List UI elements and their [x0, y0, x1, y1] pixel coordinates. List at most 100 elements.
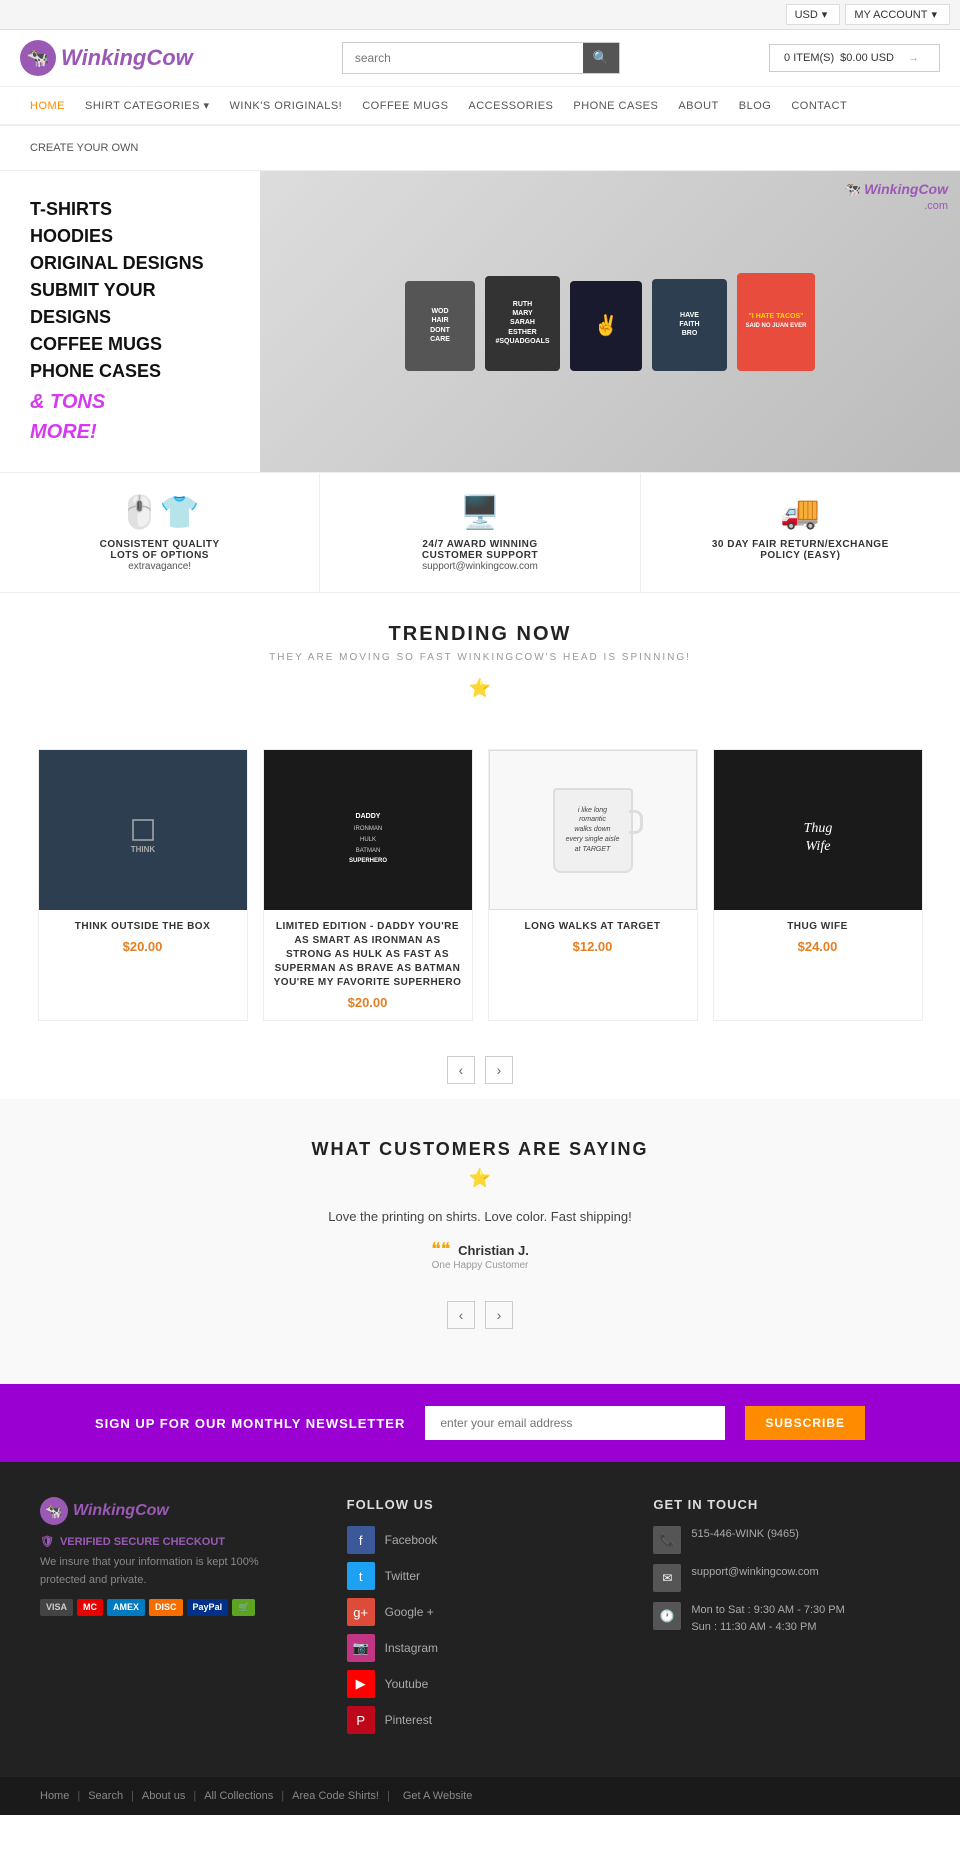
nav-about[interactable]: ABOUT	[668, 88, 728, 124]
testimonial-prev[interactable]: ‹	[447, 1301, 475, 1329]
footer-link-website[interactable]: Get A Website	[403, 1790, 473, 1802]
nav-coffee-mugs[interactable]: COFFEE MUGS	[352, 88, 458, 124]
social-youtube[interactable]: ▶ Youtube	[347, 1670, 614, 1698]
logo-text: WinkingCow	[61, 45, 193, 71]
carousel-next[interactable]: ›	[485, 1056, 513, 1084]
product-name-2: LIMITED EDITION - DADDY YOU'RE AS SMART …	[274, 920, 462, 990]
hero-tons: & TONSMORE!	[30, 387, 230, 447]
footer-link-about[interactable]: About us	[142, 1790, 185, 1802]
nav-winks-originals[interactable]: WINK'S ORIGINALS!	[220, 88, 353, 124]
feature-return: 🚚 30 DAY FAIR RETURN/EXCHANGEPOLICY (eas…	[641, 473, 960, 592]
nav-blog[interactable]: BLOG	[729, 88, 782, 124]
main-nav: HOME SHIRT CATEGORIES ▾ WINK'S ORIGINALS…	[0, 87, 960, 126]
product-info-1: THINK OUTSIDE THE BOX $20.00	[39, 910, 247, 964]
footer-col-social: FOLLOW US f Facebook t Twitter g+ Google…	[347, 1497, 614, 1742]
cart-button[interactable]: 0 ITEM(S) $0.00 USD →	[769, 44, 940, 72]
contact-phone: 📞 515-446-WINK (9465)	[653, 1526, 920, 1554]
footer-link-home[interactable]: Home	[40, 1790, 69, 1802]
svg-text:THINK: THINK	[130, 845, 155, 854]
product-card-4[interactable]: Thug Wife THUG WIFE $24.00	[713, 749, 923, 1021]
nav-contact[interactable]: CONTACT	[781, 88, 857, 124]
disc-icon: DISC	[149, 1599, 183, 1616]
author-name: Christian J.	[458, 1243, 529, 1258]
search-bar: 🔍	[342, 42, 620, 74]
svg-text:SUPERHERO: SUPERHERO	[348, 858, 386, 864]
instagram-icon: 📷	[347, 1634, 375, 1662]
trending-section: TRENDING NOW THEY ARE MOVING SO FAST WIN…	[0, 593, 960, 749]
search-button[interactable]: 🔍	[583, 43, 619, 73]
svg-text:Wife: Wife	[805, 839, 830, 854]
product-card-2[interactable]: DADDY IRONMAN HULK BATMAN SUPERHERO LIMI…	[263, 749, 473, 1021]
footer-link-area-codes[interactable]: Area Code Shirts!	[292, 1790, 379, 1802]
mug-shape: i like longromanticwalks downevery singl…	[553, 788, 633, 873]
feature-quality-desc: extravagance!	[15, 561, 304, 572]
facebook-icon: f	[347, 1526, 375, 1554]
newsletter-email-input[interactable]	[425, 1406, 725, 1440]
account-label: MY ACCOUNT	[854, 9, 927, 21]
mug-handle	[629, 810, 643, 834]
payment-icons: VISA MC AMEX DISC PayPal 🛒	[40, 1599, 307, 1616]
nav-home[interactable]: HOME	[20, 88, 75, 124]
product-name-3: LONG WALKS AT TARGET	[499, 920, 687, 934]
svg-text:Thug: Thug	[803, 821, 832, 836]
footer: 🐄 WinkingCow 🛡 VERIFIED SECURE CHECKOUT …	[0, 1462, 960, 1777]
svg-text:IRONMAN: IRONMAN	[353, 826, 381, 832]
svg-text:DADDY: DADDY	[355, 813, 380, 820]
hero-shirt-3: ✌	[570, 281, 642, 371]
product-info-2: LIMITED EDITION - DADDY YOU'RE AS SMART …	[264, 910, 472, 1020]
quality-icon: 🖱️👕	[15, 493, 304, 531]
feature-support-title: 24/7 AWARD WINNINGCUSTOMER SUPPORT	[335, 539, 624, 561]
carousel-prev[interactable]: ‹	[447, 1056, 475, 1084]
product-price-4: $24.00	[724, 939, 912, 954]
product-img-2: DADDY IRONMAN HULK BATMAN SUPERHERO	[264, 750, 472, 910]
instagram-label: Instagram	[385, 1641, 438, 1655]
newsletter-label: SIGN UP FOR OUR MONTHLY NEWSLETTER	[95, 1416, 405, 1431]
footer-secure-badge: 🛡 VERIFIED SECURE CHECKOUT	[40, 1535, 307, 1548]
newsletter-subscribe-button[interactable]: SUBSCRIBE	[745, 1406, 865, 1440]
social-instagram[interactable]: 📷 Instagram	[347, 1634, 614, 1662]
hero-shirt-2: RUTHMARYSARAHESTHER#SQUADGOALS	[485, 276, 560, 371]
trending-subtitle: THEY ARE MOVING SO FAST WINKINGCOW'S HEA…	[20, 652, 940, 663]
product-card-3[interactable]: i like longromanticwalks downevery singl…	[488, 749, 698, 1021]
account-selector[interactable]: MY ACCOUNT ▾	[845, 4, 950, 25]
footer-logo[interactable]: 🐄 WinkingCow	[40, 1497, 307, 1525]
top-bar: USD ▾ MY ACCOUNT ▾	[0, 0, 960, 30]
quote-mark: ❝❝	[431, 1239, 450, 1259]
hero-banner: T-SHIRTSHOODIESORIGINAL DESIGNSSUBMIT YO…	[0, 171, 960, 472]
nav-create-own[interactable]: CREATE YOUR OWN	[20, 134, 148, 162]
testimonial-quote: Love the printing on shirts. Love color.…	[20, 1209, 940, 1224]
product-name-1: THINK OUTSIDE THE BOX	[49, 920, 237, 934]
logo[interactable]: 🐄 WinkingCow	[20, 40, 193, 76]
nav-accessories[interactable]: ACCESSORIES	[458, 88, 563, 124]
product-info-4: THUG WIFE $24.00	[714, 910, 922, 964]
svg-text:BATMAN: BATMAN	[355, 848, 380, 854]
divider-4: |	[281, 1790, 284, 1802]
testimonial-next[interactable]: ›	[485, 1301, 513, 1329]
mug-text: i like longromanticwalks downevery singl…	[561, 801, 625, 860]
social-facebook[interactable]: f Facebook	[347, 1526, 614, 1554]
nav-shirt-categories[interactable]: SHIRT CATEGORIES ▾	[75, 87, 220, 124]
footer-link-collections[interactable]: All Collections	[204, 1790, 273, 1802]
nav-phone-cases[interactable]: PHONE CASES	[563, 88, 668, 124]
hero-shirts: WODHAIRDONTCARE RUTHMARYSARAHESTHER#SQUA…	[385, 253, 835, 391]
testimonial-star: ⭐	[20, 1168, 940, 1189]
follow-us-title: FOLLOW US	[347, 1497, 614, 1512]
secure-text: VERIFIED SECURE CHECKOUT	[60, 1536, 225, 1548]
footer-link-search[interactable]: Search	[88, 1790, 123, 1802]
hero-text: T-SHIRTSHOODIESORIGINAL DESIGNSSUBMIT YO…	[0, 171, 260, 472]
social-google[interactable]: g+ Google +	[347, 1598, 614, 1626]
visa-icon: VISA	[40, 1599, 73, 1616]
testimonial-carousel-arrows: ‹ ›	[20, 1286, 940, 1344]
footer-logo-icon: 🐄	[40, 1497, 68, 1525]
amex-icon: AMEX	[107, 1599, 145, 1616]
social-twitter[interactable]: t Twitter	[347, 1562, 614, 1590]
social-pinterest[interactable]: P Pinterest	[347, 1706, 614, 1734]
hero-lines: T-SHIRTSHOODIESORIGINAL DESIGNSSUBMIT YO…	[30, 196, 230, 447]
feature-support-email: support@winkingcow.com	[335, 561, 624, 572]
product-card-1[interactable]: THINK THINK OUTSIDE THE BOX $20.00	[38, 749, 248, 1021]
footer-logo-text: WinkingCow	[73, 1502, 169, 1520]
divider-2: |	[131, 1790, 134, 1802]
search-input[interactable]	[343, 44, 583, 72]
currency-selector[interactable]: USD ▾	[786, 4, 841, 25]
hours-text: Mon to Sat : 9:30 AM - 7:30 PMSun : 11:3…	[691, 1602, 844, 1635]
